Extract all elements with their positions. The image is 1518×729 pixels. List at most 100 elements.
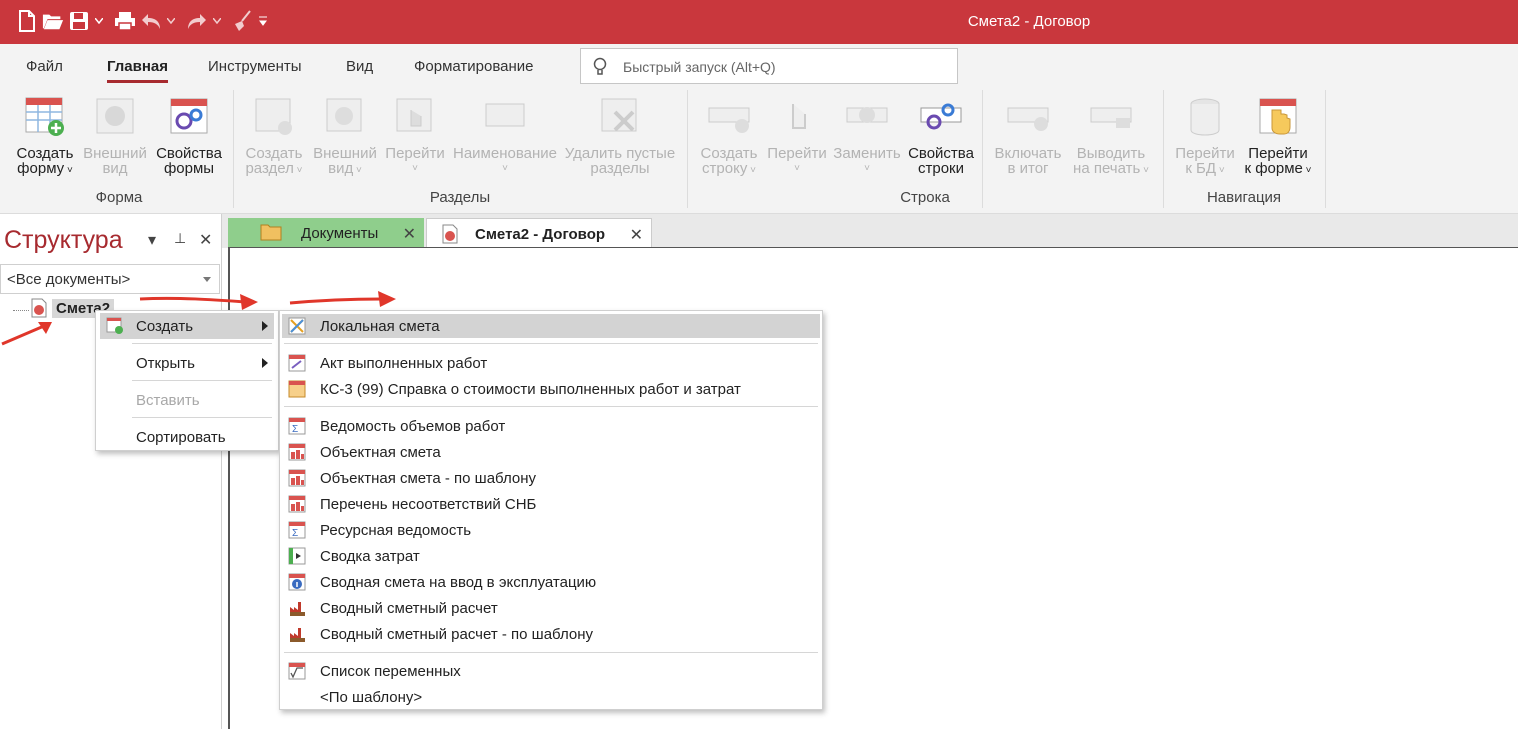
- submenu-label: Объектная смета: [320, 444, 441, 461]
- submenu-ks3[interactable]: КС-3 (99) Справка о стоимости выполненны…: [282, 377, 820, 401]
- row-goto-button[interactable]: Перейти ˅: [764, 96, 830, 176]
- menu-item-sort-label: Сортировать: [136, 429, 226, 446]
- panel-menu-icon[interactable]: ▾: [148, 230, 156, 250]
- annotation-arrow-icon: [289, 291, 396, 307]
- form-appearance-button[interactable]: Внешний вид: [80, 96, 150, 176]
- goto-form-label-1: Перейти: [1248, 145, 1308, 162]
- submenu-work-volume[interactable]: Σ Ведомость объемов работ: [282, 414, 820, 438]
- factory-icon: [290, 602, 305, 616]
- menu-item-sort[interactable]: Сортировать: [100, 424, 274, 450]
- row-properties-icon: [920, 96, 962, 138]
- tab-home[interactable]: Главная: [107, 58, 169, 83]
- estimate-doc-icon: [442, 224, 458, 244]
- form-appearance-label-1: Внешний: [83, 145, 147, 162]
- row-replace-button[interactable]: Заменить ˅: [832, 96, 902, 176]
- print-output-button[interactable]: Выводить на печать ˅: [1068, 96, 1154, 178]
- section-goto-label: Перейти: [385, 145, 445, 162]
- annotation-arrow-icon: [139, 294, 258, 310]
- menu-item-open[interactable]: Открыть: [100, 350, 274, 376]
- svg-text:Σ: Σ: [292, 528, 298, 539]
- submenu-from-template[interactable]: <По шаблону>: [282, 685, 820, 709]
- section-appearance-label-1: Внешний: [313, 145, 377, 162]
- goto-form-label-2: к форме ˅: [1240, 161, 1316, 178]
- submenu-summary-calc[interactable]: Сводный сметный расчет: [282, 596, 820, 620]
- info-icon: [288, 573, 306, 591]
- tab-view[interactable]: Вид: [346, 58, 373, 75]
- goto-form-label-2-text: к форме: [1244, 160, 1303, 177]
- chevron-down-icon: ˅: [293, 165, 303, 176]
- folder-icon: [260, 224, 282, 241]
- submenu-resource-list[interactable]: Σ Ресурсная ведомость: [282, 518, 820, 542]
- hand-pointer-icon: [776, 96, 818, 138]
- form-properties-button[interactable]: Свойства формы: [154, 96, 224, 176]
- chevron-down-icon: ˅: [64, 165, 73, 176]
- window-title: Смета2 - Договор: [967, 13, 1091, 30]
- tab-documents-label: Документы: [301, 225, 379, 242]
- chevron-down-icon: ˅: [412, 163, 418, 174]
- chevron-down-icon: ˅: [1302, 165, 1312, 176]
- group-form-label: Форма: [95, 189, 143, 206]
- create-section-button[interactable]: Создать раздел ˅: [242, 96, 306, 178]
- tab-estimate-contract[interactable]: Смета2 - Договор ✕: [426, 218, 652, 248]
- goto-db-label-1: Перейти: [1175, 145, 1235, 162]
- print-output-label-2: на печать ˅: [1068, 161, 1154, 178]
- cost-summary-icon: [288, 547, 306, 565]
- object-estimate-icon: [288, 469, 306, 487]
- close-icon[interactable]: ✕: [403, 224, 416, 244]
- menu-item-create[interactable]: Создать: [100, 313, 274, 339]
- chevron-down-icon: ˅: [864, 163, 870, 174]
- group-navigation-label: Навигация: [1206, 189, 1282, 206]
- replace-icon: [846, 96, 888, 138]
- submenu-object-estimate-template[interactable]: Объектная смета - по шаблону: [282, 466, 820, 490]
- menu-item-open-label: Открыть: [136, 355, 195, 372]
- tab-documents[interactable]: Документы ✕: [228, 218, 424, 248]
- section-goto-button[interactable]: Перейти ˅: [382, 96, 448, 176]
- submenu-summary-calc-template[interactable]: Сводный сметный расчет - по шаблону: [282, 622, 820, 646]
- object-estimate-icon: [288, 443, 306, 461]
- factory-icon: [290, 628, 305, 642]
- include-in-total-button[interactable]: Включать в итог: [990, 96, 1066, 176]
- form-properties-label-1: Свойства: [156, 145, 222, 162]
- submenu-label: Список переменных: [320, 663, 461, 680]
- include-in-total-label-2: в итог: [1007, 160, 1049, 177]
- submenu-label: Объектная смета - по шаблону: [320, 470, 536, 487]
- section-name-button[interactable]: Наименование ˅: [450, 96, 560, 176]
- section-appearance-button[interactable]: Внешний вид ˅: [310, 96, 380, 178]
- section-name-icon: [484, 96, 526, 138]
- goto-form-button[interactable]: Перейти к форме ˅: [1240, 96, 1316, 178]
- delete-empty-sections-button[interactable]: Удалить пустые разделы: [562, 96, 678, 176]
- submenu-label: Сводный сметный расчет - по шаблону: [320, 626, 593, 643]
- pin-icon[interactable]: ⊥: [174, 230, 186, 247]
- delete-empty-sections-label-2: разделы: [590, 160, 650, 177]
- delete-empty-sections-label-1: Удалить пустые: [564, 145, 676, 162]
- submenu-act[interactable]: Акт выполненных работ: [282, 351, 820, 375]
- submenu-local-estimate[interactable]: Локальная смета: [282, 314, 820, 338]
- print-output-label-2-text: на печать: [1073, 160, 1141, 177]
- tab-tools[interactable]: Инструменты: [208, 58, 302, 75]
- database-icon: [1184, 96, 1226, 138]
- create-submenu: Локальная смета Акт выполненных работ КС…: [279, 310, 823, 710]
- submenu-variables-list[interactable]: Список переменных: [282, 659, 820, 683]
- form-properties-icon: [168, 96, 210, 138]
- submenu-commissioning-estimate[interactable]: Сводная смета на ввод в эксплуатацию: [282, 570, 820, 594]
- goto-db-button[interactable]: Перейти к БД ˅: [1172, 96, 1238, 178]
- svg-text:Σ: Σ: [292, 424, 298, 435]
- close-icon[interactable]: ✕: [630, 225, 643, 245]
- submenu-cost-summary[interactable]: Сводка затрат: [282, 544, 820, 568]
- quick-launch-search[interactable]: Быстрый запуск (Alt+Q): [580, 48, 958, 84]
- close-icon[interactable]: ✕: [199, 230, 212, 250]
- row-properties-button[interactable]: Свойства строки: [906, 96, 976, 176]
- submenu-snb-list[interactable]: Перечень несоответствий СНБ: [282, 492, 820, 516]
- goto-db-label-2: к БД ˅: [1172, 161, 1238, 178]
- create-row-button[interactable]: Создать строку ˅: [696, 96, 762, 178]
- chevron-down-icon: ˅: [794, 163, 800, 174]
- row-replace-label: Заменить: [833, 145, 901, 162]
- menu-item-paste[interactable]: Вставить: [100, 387, 274, 413]
- tab-formatting[interactable]: Форматирование: [414, 58, 534, 75]
- tab-file[interactable]: Файл: [26, 58, 63, 75]
- submenu-object-estimate[interactable]: Объектная смета: [282, 440, 820, 464]
- create-form-button[interactable]: Создать форму ˅: [14, 96, 76, 178]
- submenu-label: Перечень несоответствий СНБ: [320, 496, 537, 513]
- group-divider: [1325, 90, 1326, 208]
- submenu-arrow-icon: [262, 358, 268, 368]
